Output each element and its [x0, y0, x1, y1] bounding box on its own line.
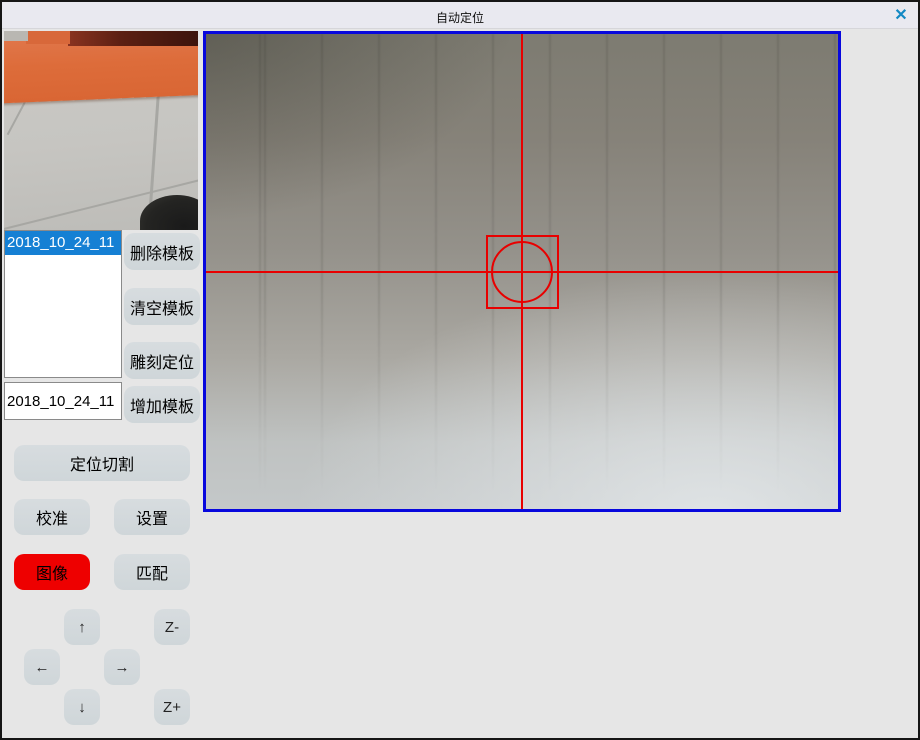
preview-gray-corner [4, 31, 28, 41]
calibrate-button[interactable]: 校准 [14, 499, 90, 535]
template-preview-image [4, 31, 198, 230]
engrave-position-button[interactable]: 雕刻定位 [124, 342, 200, 379]
titlebar: 自动定位 ✕ [2, 2, 918, 29]
jog-left-button[interactable]: ← [24, 649, 60, 685]
match-button[interactable]: 匹配 [114, 554, 190, 590]
jog-right-button[interactable]: → [104, 649, 140, 685]
jog-up-button[interactable]: ↑ [64, 609, 100, 645]
jog-z-plus-button[interactable]: Z+ [154, 689, 190, 725]
close-icon[interactable]: ✕ [890, 6, 912, 26]
preview-dark-red-block [68, 31, 198, 46]
jog-down-button[interactable]: ↓ [64, 689, 100, 725]
add-template-button[interactable]: 增加模板 [124, 386, 200, 423]
template-list-item[interactable]: 2018_10_24_11 [5, 231, 121, 255]
camera-viewport[interactable] [203, 31, 841, 512]
image-button[interactable]: 图像 [14, 554, 90, 590]
delete-template-button[interactable]: 删除模板 [124, 233, 200, 270]
settings-button[interactable]: 设置 [114, 499, 190, 535]
dialog-title: 自动定位 [2, 9, 918, 26]
position-cut-button[interactable]: 定位切割 [14, 445, 190, 481]
auto-position-dialog: 自动定位 ✕ 2018_10_24_11 删除模板 清空模板 雕刻定位 增加模板… [0, 0, 920, 740]
preview-orange-corner [26, 31, 70, 44]
tile-line [7, 99, 28, 135]
template-list[interactable]: 2018_10_24_11 [4, 230, 122, 378]
target-circle-overlay [491, 241, 553, 303]
jog-z-minus-button[interactable]: Z- [154, 609, 190, 645]
clear-templates-button[interactable]: 清空模板 [124, 288, 200, 325]
template-name-input[interactable] [4, 382, 122, 420]
